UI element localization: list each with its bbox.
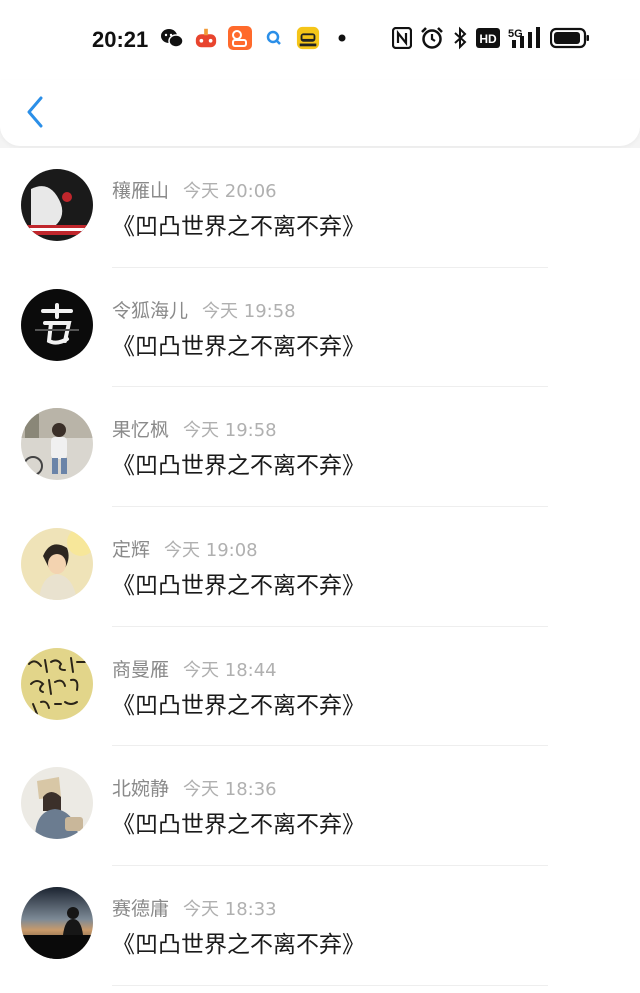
list-item[interactable]: 定辉 今天 19:08 《凹凸世界之不离不弃》 <box>0 507 640 627</box>
comment-time: 今天 18:36 <box>183 779 277 801</box>
avatar[interactable] <box>21 767 93 840</box>
dot-icon <box>330 26 354 50</box>
comment-header: 令狐海儿 今天 19:58 <box>112 296 296 323</box>
username[interactable]: 商曼雁 <box>112 659 169 681</box>
divider <box>112 984 548 986</box>
signal-5g-icon: 5G <box>508 26 542 50</box>
comment-text: 《凹凸世界之不离不弃》 <box>112 453 365 480</box>
avatar[interactable] <box>21 169 93 241</box>
comment-header: 赛德庸 今天 18:33 <box>112 894 277 921</box>
avatar[interactable] <box>21 887 93 960</box>
avatar[interactable] <box>21 528 93 601</box>
video-app-icon <box>228 26 252 50</box>
nfc-icon <box>392 26 412 50</box>
comment-header: 北婉静 今天 18:36 <box>112 774 277 801</box>
comment-text: 《凹凸世界之不离不弃》 <box>112 214 365 240</box>
username[interactable]: 赛德庸 <box>112 898 169 920</box>
search-app-icon <box>262 26 286 50</box>
username[interactable]: 定辉 <box>112 539 150 561</box>
list-item[interactable]: 北婉静 今天 18:36 《凹凸世界之不离不弃》 <box>0 746 640 867</box>
list-item[interactable]: 令狐海儿 今天 19:58 《凹凸世界之不离不弃》 <box>0 268 640 388</box>
comment-text: 《凹凸世界之不离不弃》 <box>112 692 365 719</box>
avatar[interactable] <box>21 288 93 361</box>
battery-icon <box>550 26 590 50</box>
comment-list: 穰雁山 今天 20:06 《凹凸世界之不离不弃》 令狐海儿 今天 19:58 《凹凸… <box>0 148 640 993</box>
comment-header: 商曼雁 今天 18:44 <box>112 655 277 682</box>
wechat-icon <box>160 26 184 50</box>
avatar[interactable] <box>21 647 93 720</box>
list-item[interactable]: 赛德庸 今天 18:33 《凹凸世界之不离不弃》 <box>0 866 640 986</box>
comment-header: 定辉 今天 19:08 <box>112 535 258 562</box>
chevron-left-icon <box>27 96 43 128</box>
list-item[interactable]: 商曼雁 今天 18:44 《凹凸世界之不离不弃》 <box>0 627 640 747</box>
status-time: 20:21 <box>92 27 149 52</box>
comment-time: 今天 20:06 <box>183 181 277 202</box>
comment-time: 今天 18:33 <box>183 899 277 921</box>
system-icons: HD 5G <box>392 26 590 50</box>
username[interactable]: 果忆枫 <box>112 419 169 441</box>
username[interactable]: 令狐海儿 <box>112 300 188 322</box>
comment-text: 《凹凸世界之不离不弃》 <box>112 812 365 839</box>
comment-time: 今天 19:08 <box>164 540 258 562</box>
comment-time: 今天 19:58 <box>202 300 296 322</box>
comment-header: 穰雁山 今天 20:06 <box>112 176 277 203</box>
hd-badge-text: HD <box>479 32 497 46</box>
comment-time: 今天 18:44 <box>183 659 277 681</box>
back-button[interactable] <box>20 92 50 132</box>
comment-header: 果忆枫 今天 19:58 <box>112 415 277 442</box>
list-item[interactable]: 果忆枫 今天 19:58 《凹凸世界之不离不弃》 <box>0 387 640 508</box>
comment-text: 《凹凸世界之不离不弃》 <box>112 932 365 959</box>
notification-icons <box>160 26 354 50</box>
hd-icon: HD <box>476 26 500 50</box>
username[interactable]: 穰雁山 <box>112 180 169 202</box>
game-controller-icon <box>194 26 218 50</box>
bluetooth-icon <box>452 26 468 50</box>
comment-text: 《凹凸世界之不离不弃》 <box>112 333 365 360</box>
status-bar: 20:21 HD 5G <box>0 0 640 80</box>
taxi-app-icon <box>296 26 320 50</box>
avatar[interactable] <box>21 408 93 481</box>
alarm-icon <box>420 26 444 50</box>
username[interactable]: 北婉静 <box>112 778 169 800</box>
comment-time: 今天 19:58 <box>183 420 277 442</box>
comment-text: 《凹凸世界之不离不弃》 <box>112 573 365 600</box>
nav-bar <box>0 80 640 146</box>
list-item[interactable]: 穰雁山 今天 20:06 《凹凸世界之不离不弃》 <box>0 148 640 268</box>
